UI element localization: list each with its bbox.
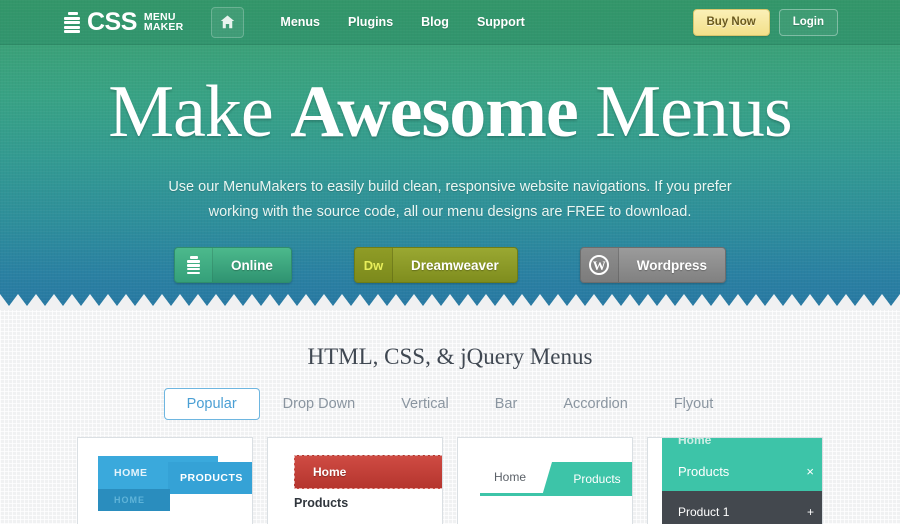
page-title: Make Awesome Menus	[0, 73, 900, 151]
site-logo[interactable]: CSS MENU MAKER	[64, 7, 184, 36]
wordpress-icon: W	[580, 248, 619, 283]
headline-emphasis: Awesome	[290, 71, 579, 153]
preview-item-products: Products	[294, 496, 349, 510]
logo-css-text: CSS	[87, 7, 137, 36]
preview-product-1-label: Product 1	[678, 505, 730, 519]
menus-section: HTML, CSS, & jQuery Menus Popular Drop D…	[0, 310, 900, 524]
preview-item-products: Products ×	[662, 451, 822, 491]
tab-flyout[interactable]: Flyout	[651, 388, 737, 420]
logo-maker-text: MAKER	[143, 21, 184, 33]
buy-now-button[interactable]: Buy Now	[692, 8, 770, 36]
nav-link-plugins[interactable]: Plugins	[334, 15, 407, 29]
preview-item-home-sub: HOME	[98, 489, 170, 511]
menu-card-blue-bar[interactable]: HOME PRODUCTS HOME	[77, 437, 253, 524]
headline-part-2: Menus	[577, 71, 792, 153]
nav-link-blog[interactable]: Blog	[407, 15, 463, 29]
sawtooth-divider	[0, 294, 900, 310]
preview-item-products: PRODUCTS	[168, 462, 252, 494]
top-navigation-bar: CSS MENU MAKER Menus Plugins Blog Suppor…	[0, 0, 900, 45]
preview-item-products: Products	[542, 462, 632, 496]
menu-lines-icon	[64, 11, 80, 33]
wordpress-button-label: Wordpress	[618, 248, 726, 283]
preview-item-home: Home	[662, 438, 822, 451]
menu-preview-cards: HOME PRODUCTS HOME Home Products Home Pr…	[0, 437, 900, 524]
tab-popular[interactable]: Popular	[163, 388, 260, 420]
hero-subtitle-line-1: Use our MenuMakers to easily build clean…	[168, 179, 732, 196]
home-button[interactable]	[211, 6, 245, 38]
nav-links: Menus Plugins Blog Support	[266, 15, 538, 29]
preview-tabbar: Home Products	[480, 462, 632, 496]
menu-lines-glyph	[186, 256, 200, 275]
tab-accordion[interactable]: Accordion	[540, 388, 650, 420]
nav-link-menus[interactable]: Menus	[266, 15, 334, 29]
tab-drop-down[interactable]: Drop Down	[260, 388, 379, 420]
hero-subtitle-line-2: working with the source code, all our me…	[208, 204, 692, 221]
hero-section: CSS MENU MAKER Menus Plugins Blog Suppor…	[0, 0, 900, 310]
dreamweaver-menumaker-button[interactable]: Dw Dreamweaver	[353, 247, 518, 284]
online-button-label: Online	[212, 248, 291, 283]
section-title: HTML, CSS, & jQuery Menus	[307, 344, 593, 369]
headline-part-1: Make	[108, 71, 291, 153]
preview-item-home: Home	[294, 455, 442, 489]
home-icon	[221, 15, 235, 29]
preview-products-label: Products	[678, 463, 730, 479]
online-menumaker-button[interactable]: Online	[173, 247, 292, 284]
category-tabs: Popular Drop Down Vertical Bar Accordion…	[0, 388, 900, 420]
menu-card-teal-accordion[interactable]: Home Products × Product 1 +	[647, 437, 823, 524]
logo-subtext: MENU MAKER	[143, 11, 184, 33]
wordpress-menumaker-button[interactable]: W Wordpress	[579, 247, 727, 284]
login-button[interactable]: Login	[778, 8, 838, 36]
menu-lines-icon	[174, 248, 213, 283]
preview-item-home: Home	[494, 470, 527, 484]
tab-vertical[interactable]: Vertical	[378, 388, 472, 420]
hero-cta-row: Online Dw Dreamweaver W Wordpress	[0, 247, 900, 284]
menu-card-teal-tabs[interactable]: Home Products	[457, 437, 633, 524]
dreamweaver-button-label: Dreamweaver	[392, 248, 517, 283]
nav-link-support[interactable]: Support	[463, 15, 539, 29]
nav-actions: Buy Now Login	[692, 8, 838, 36]
plus-icon: +	[806, 505, 814, 519]
menu-card-red-dropdown[interactable]: Home Products	[267, 437, 443, 524]
preview-item-product-1: Product 1 +	[662, 491, 822, 524]
wordpress-glyph: W	[589, 255, 610, 276]
hero-subtitle: Use our MenuMakers to easily build clean…	[0, 175, 900, 225]
dreamweaver-icon: Dw	[354, 248, 393, 283]
close-icon: ×	[806, 463, 814, 479]
hero-content: Make Awesome Menus Use our MenuMakers to…	[0, 73, 900, 284]
tab-bar[interactable]: Bar	[472, 388, 541, 420]
